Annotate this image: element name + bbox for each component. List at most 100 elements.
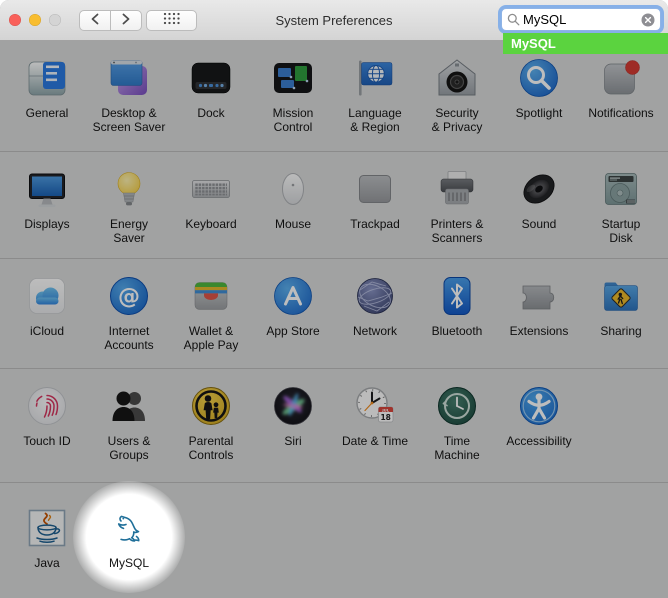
touch-id-icon <box>24 383 70 429</box>
forward-button[interactable] <box>110 10 142 31</box>
pane-label-time-machine: Time Machine <box>434 434 479 462</box>
parental-controls-icon <box>188 383 234 429</box>
pane-label-displays: Displays <box>24 217 69 231</box>
internet-accounts-icon: @ <box>106 273 152 319</box>
pane-displays[interactable]: Displays <box>6 152 88 258</box>
pane-label-mouse: Mouse <box>275 217 311 231</box>
trackpad-icon <box>352 166 398 212</box>
window-title: System Preferences <box>275 13 392 28</box>
pane-trackpad[interactable]: Trackpad <box>334 152 416 258</box>
siri-icon <box>270 383 316 429</box>
pane-label-extensions: Extensions <box>510 324 569 338</box>
pane-label-bluetooth: Bluetooth <box>432 324 483 338</box>
search-input[interactable] <box>520 12 641 27</box>
time-machine-icon <box>434 383 480 429</box>
keyboard-icon <box>188 166 234 212</box>
pane-language-region[interactable]: Language & Region <box>334 41 416 151</box>
dock-icon <box>188 55 234 101</box>
spotlight-icon <box>516 55 562 101</box>
show-all-button[interactable] <box>146 10 197 31</box>
pane-java[interactable]: Java <box>6 483 88 598</box>
traffic-lights <box>9 14 61 26</box>
pane-label-notifications: Notifications <box>588 106 653 120</box>
pane-startup-disk[interactable]: Startup Disk <box>580 152 662 258</box>
show-all-grid-icon <box>163 12 180 30</box>
pane-app-store[interactable]: App Store <box>252 259 334 368</box>
energy-saver-icon <box>106 166 152 212</box>
pane-siri[interactable]: Siri <box>252 369 334 482</box>
svg-text:18: 18 <box>380 413 390 422</box>
users-groups-icon <box>106 383 152 429</box>
pane-desktop-screen-saver[interactable]: Desktop & Screen Saver <box>88 41 170 151</box>
bluetooth-icon <box>434 273 480 319</box>
pane-parental-controls[interactable]: Parental Controls <box>170 369 252 482</box>
svg-text:JUL: JUL <box>381 408 389 412</box>
grid-row-4: Touch ID Users & GroupsParental ControlsS… <box>0 368 668 482</box>
pane-label-network: Network <box>353 324 397 338</box>
back-button[interactable] <box>79 10 111 31</box>
pane-icloud[interactable]: iCloud <box>6 259 88 368</box>
pane-mouse[interactable]: Mouse <box>252 152 334 258</box>
pane-label-energy-saver: Energy Saver <box>110 217 148 245</box>
system-preferences-window: System Preferences MySQL General Desktop … <box>0 0 668 598</box>
icloud-icon <box>24 273 70 319</box>
pane-mysql[interactable]: MySQL <box>88 483 170 598</box>
search-suggestion-mysql[interactable]: MySQL <box>503 33 668 54</box>
pane-extensions[interactable]: Extensions <box>498 259 580 368</box>
sharing-icon <box>598 273 644 319</box>
minimize-button[interactable] <box>29 14 41 26</box>
general-icon <box>24 55 70 101</box>
pane-label-internet-accounts: Internet Accounts <box>104 324 153 352</box>
java-icon <box>24 505 70 551</box>
language-region-icon <box>352 55 398 101</box>
wallet-applepay-icon <box>188 273 234 319</box>
pane-general[interactable]: General <box>6 41 88 151</box>
svg-text:@: @ <box>118 285 140 310</box>
pane-network[interactable]: Network <box>334 259 416 368</box>
zoom-button-disabled <box>49 14 61 26</box>
pane-printers-scanners[interactable]: Printers & Scanners <box>416 152 498 258</box>
mission-control-icon <box>270 55 316 101</box>
pane-sharing[interactable]: Sharing <box>580 259 662 368</box>
pane-label-accessibility: Accessibility <box>506 434 571 448</box>
close-button[interactable] <box>9 14 21 26</box>
printers-scanners-icon <box>434 166 480 212</box>
back-icon <box>90 12 100 30</box>
notifications-icon <box>598 55 644 101</box>
preferences-grid: General Desktop & Screen Saver Dock Mission… <box>0 41 668 598</box>
network-icon <box>352 273 398 319</box>
pane-date-time[interactable]: JUL18Date & Time <box>334 369 416 482</box>
pane-energy-saver[interactable]: Energy Saver <box>88 152 170 258</box>
pane-wallet-apple-pay[interactable]: Wallet & Apple Pay <box>170 259 252 368</box>
app-store-icon <box>270 273 316 319</box>
pane-label-dock: Dock <box>197 106 224 120</box>
search-icon <box>507 13 520 26</box>
pane-label-touch-id: Touch ID <box>23 434 70 448</box>
pane-label-sound: Sound <box>522 217 557 231</box>
pane-label-general: General <box>26 106 69 120</box>
pane-spotlight[interactable]: Spotlight <box>498 41 580 151</box>
pane-label-trackpad: Trackpad <box>350 217 400 231</box>
pane-label-java: Java <box>34 556 59 570</box>
grid-row-5: Java MySQL <box>0 482 668 598</box>
pane-label-wallet-apple-pay: Wallet & Apple Pay <box>184 324 239 352</box>
desktop-screensaver-icon <box>106 55 152 101</box>
pane-internet-accounts[interactable]: @ Internet Accounts <box>88 259 170 368</box>
pane-dock[interactable]: Dock <box>170 41 252 151</box>
pane-touch-id[interactable]: Touch ID <box>6 369 88 482</box>
clear-icon[interactable] <box>641 13 655 27</box>
pane-keyboard[interactable]: Keyboard <box>170 152 252 258</box>
pane-notifications[interactable]: Notifications <box>580 41 662 151</box>
pane-bluetooth[interactable]: Bluetooth <box>416 259 498 368</box>
accessibility-icon <box>516 383 562 429</box>
pane-users-groups[interactable]: Users & Groups <box>88 369 170 482</box>
search-field[interactable] <box>501 8 661 31</box>
pane-mission-control[interactable]: Mission Control <box>252 41 334 151</box>
pane-accessibility[interactable]: Accessibility <box>498 369 580 482</box>
pane-time-machine[interactable]: Time Machine <box>416 369 498 482</box>
nav-buttons <box>79 10 142 31</box>
pane-label-startup-disk: Startup Disk <box>602 217 641 245</box>
pane-security-privacy[interactable]: Security & Privacy <box>416 41 498 151</box>
pane-sound[interactable]: Sound <box>498 152 580 258</box>
grid-row-2: Displays Energy Saver Keyboard Mouse Trackpa… <box>0 151 668 258</box>
